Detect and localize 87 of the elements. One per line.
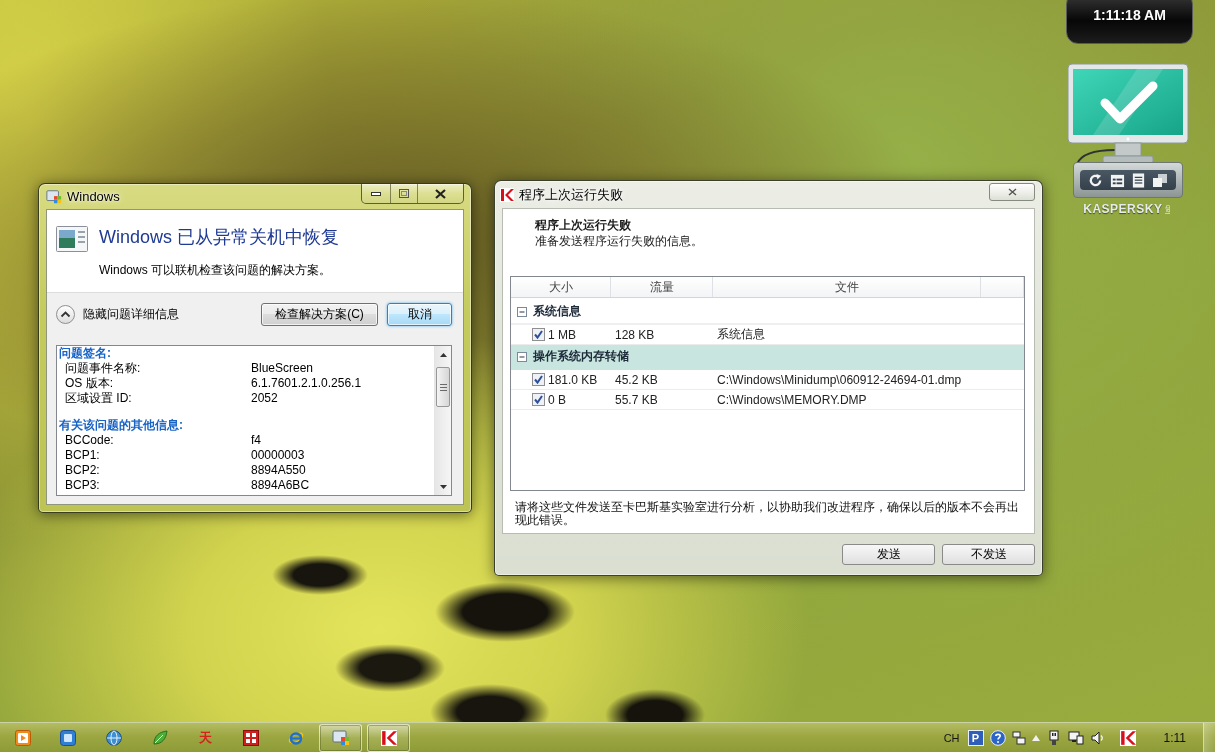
detail-value: 6.1.7601.2.1.0.256.1 (251, 376, 363, 391)
table-cell: 45.2 KB (615, 372, 658, 387)
table-cell: C:\Windows\MEMORY.DMP (717, 392, 867, 407)
group-name: 系统信息 (533, 303, 581, 320)
minus-box-icon[interactable] (517, 351, 527, 362)
help-icon[interactable] (989, 729, 1006, 746)
browser-icon[interactable] (288, 729, 305, 746)
language-indicator[interactable]: CH (943, 731, 960, 744)
maximize-icon (399, 189, 409, 198)
detail-label: 问题事件名称: (65, 361, 142, 376)
close-icon (1007, 188, 1017, 196)
window-flag-icon (46, 188, 62, 205)
checkbox[interactable] (532, 393, 545, 406)
logo-icon[interactable] (380, 729, 397, 746)
details-heading: 问题签名: (59, 346, 112, 361)
column-header[interactable]: 文件 (834, 278, 859, 296)
window-stack-icon[interactable] (1011, 730, 1026, 745)
dialog-heading: 程序上次运行失败 (535, 217, 631, 233)
chevron-up-icon (56, 305, 75, 324)
table-cell: 系统信息 (717, 326, 765, 343)
details-heading: 有关该问题的其他信息: (59, 418, 184, 433)
taskbar-window-button[interactable] (319, 723, 363, 752)
table-cell: C:\Windows\Minidump\060912-24694-01.dmp (717, 372, 962, 387)
triangle-up-icon (439, 352, 447, 357)
scroll-thumb[interactable] (436, 367, 450, 407)
table-cell: 0 B (548, 392, 566, 407)
minus-box-icon[interactable] (517, 306, 527, 317)
detail-value: 8894A6BC (251, 478, 311, 493)
note-text: 请将这些文件发送至卡巴斯基实验室进行分析，以协助我们改进程序，确保以后的版本不会再出现此错误。 (515, 501, 1020, 527)
cancel-button[interactable]: 取消 (387, 303, 452, 326)
detail-label: BCCode: (65, 433, 115, 448)
table-cell: 55.7 KB (615, 392, 658, 407)
leaf-icon[interactable] (151, 729, 168, 746)
detail-value: 2052 (251, 391, 279, 406)
table-cell: 181.0 KB (548, 372, 598, 387)
dialog-message: Windows 可以联机检查该问题的解决方案。 (99, 263, 332, 277)
detail-label: OS 版本: (65, 376, 114, 391)
logo-icon[interactable] (500, 187, 514, 202)
logo-icon[interactable] (1119, 729, 1136, 746)
table-cell: 1 MB (548, 327, 576, 342)
window-flag-icon[interactable] (331, 728, 350, 747)
table-cell: 128 KB (615, 327, 655, 342)
detail-value: f4 (251, 433, 262, 448)
speaker-icon[interactable] (1089, 729, 1106, 746)
detail-label: 区域设置 ID: (65, 391, 133, 406)
minimize-button[interactable] (362, 184, 390, 203)
window-stack-icon[interactable] (1152, 172, 1169, 188)
refresh-icon[interactable] (1087, 172, 1103, 188)
checkbox[interactable] (532, 373, 545, 386)
taskbar-clock[interactable]: 1:11 (1163, 730, 1186, 745)
network-icon[interactable] (1067, 729, 1084, 746)
calendar-icon[interactable] (1109, 172, 1125, 188)
group-name: 操作系统内存转储 (533, 348, 629, 365)
close-icon (435, 188, 446, 199)
seal-icon[interactable] (242, 729, 259, 746)
detail-label: BCP1: (65, 448, 101, 463)
column-header[interactable]: 大小 (548, 278, 573, 296)
detail-label: BCP3: (65, 478, 101, 493)
checkbox[interactable] (532, 328, 545, 341)
tray-app-button[interactable]: P (967, 729, 984, 746)
taskbar-window-button[interactable] (367, 723, 411, 752)
window-title: 程序上次运行失败 (519, 185, 623, 204)
document-icon[interactable] (1132, 172, 1146, 188)
column-header[interactable]: 流量 (649, 278, 674, 296)
detail-value: BlueScreen (251, 361, 315, 376)
globe-icon[interactable] (106, 729, 122, 746)
clock-time: 1:11:18 AM (1093, 7, 1166, 24)
detail-label: BCP2: (65, 463, 101, 478)
dont-send-button[interactable]: 不发送 (942, 544, 1035, 565)
document-window-icon (56, 226, 88, 252)
detail-value: 00000003 (251, 448, 306, 463)
detail-value: 8894A550 (251, 463, 307, 478)
monitor-check-icon[interactable] (1067, 62, 1189, 164)
check-solution-button[interactable]: 检查解决方案(C) (261, 303, 378, 326)
app-icon[interactable] (60, 729, 77, 746)
group-row[interactable]: 操作系统内存转储 (511, 345, 1024, 370)
dialog-subtitle: 准备发送程序运行失败的信息。 (535, 233, 703, 249)
close-button[interactable] (417, 184, 463, 203)
minimize-icon (371, 191, 381, 196)
play-icon[interactable] (14, 729, 31, 746)
triangle-down-icon (439, 484, 447, 489)
details-toggle[interactable]: 隐藏问题详细信息 (56, 305, 179, 324)
maximize-button[interactable] (390, 184, 417, 203)
window-title: Windows (67, 189, 120, 204)
send-button[interactable]: 发送 (842, 544, 935, 565)
logo-text: KASPERSKY (1083, 202, 1163, 216)
dialog-heading: Windows 已从异常关机中恢复 (99, 226, 340, 248)
